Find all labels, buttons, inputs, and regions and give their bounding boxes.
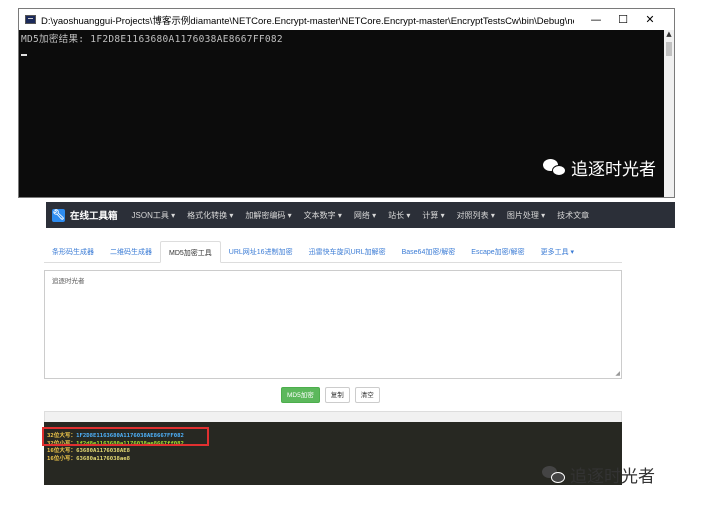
watermark-text: 追逐时光者 <box>571 160 656 180</box>
resize-handle-icon[interactable]: ◢ <box>615 370 620 377</box>
result-row: 16位小写：63680a1176038ae8 <box>47 455 131 462</box>
highlight-box <box>42 427 209 446</box>
window-controls: — ☐ ✕ <box>574 13 674 26</box>
scroll-thumb[interactable] <box>666 42 672 56</box>
minimize-button[interactable]: — <box>586 13 606 26</box>
brand-label: 在线工具箱 <box>70 211 118 222</box>
nav-item-text[interactable]: 文本数字 ▾ <box>304 210 342 221</box>
nav-item-reference[interactable]: 对照列表 ▾ <box>457 210 495 221</box>
md5-input-textarea[interactable]: 追逐时光者 ◢ <box>44 270 622 379</box>
action-buttons: MD5加密 复制 清空 <box>281 387 380 403</box>
nav-item-articles[interactable]: 技术文章 <box>557 210 589 221</box>
tab-url-hex[interactable]: URL网址16进制加密 <box>221 241 301 263</box>
wechat-icon <box>542 465 566 485</box>
tool-tabs: 条形码生成器 二维码生成器 MD5加密工具 URL网址16进制加密 迅雷快车旋风… <box>44 241 622 263</box>
site-navbar: 🔧︎ 在线工具箱 JSON工具 ▾ 格式化转换 ▾ 加解密编码 ▾ 文本数字 ▾… <box>46 202 675 228</box>
tab-md5[interactable]: MD5加密工具 <box>160 241 221 263</box>
tab-more-tools[interactable]: 更多工具 ▾ <box>533 241 582 263</box>
tab-escape[interactable]: Escape加密/解密 <box>463 241 532 263</box>
nav-item-network[interactable]: 网络 ▾ <box>354 210 376 221</box>
tab-barcode[interactable]: 条形码生成器 <box>44 241 102 263</box>
screenshot-page: D:\yaoshuanggui-Projects\博客示例diamante\NE… <box>0 0 715 507</box>
tab-base64[interactable]: Base64加密/解密 <box>394 241 464 263</box>
console-output-line: MD5加密结果: 1F2D8E1163680A1176038AE8667FF08… <box>21 34 283 45</box>
wechat-icon <box>543 158 567 178</box>
console-app-icon <box>25 15 36 24</box>
site-brand[interactable]: 🔧︎ 在线工具箱 <box>52 208 118 222</box>
md5-input-value: 追逐时光者 <box>52 278 85 285</box>
nav-item-calc[interactable]: 计算 ▾ <box>422 210 444 221</box>
console-cursor <box>21 54 27 56</box>
tab-thunder-url[interactable]: 迅雷快车旋风URL加解密 <box>301 241 394 263</box>
console-titlebar[interactable]: D:\yaoshuanggui-Projects\博客示例diamante\NE… <box>19 9 674 30</box>
nav-item-format[interactable]: 格式化转换 ▾ <box>187 210 233 221</box>
scroll-up-arrow-icon[interactable]: ▲ <box>664 30 674 42</box>
result-row: 16位大写：63680A1176038AE8 <box>47 448 131 455</box>
wrench-icon: 🔧︎ <box>52 208 65 222</box>
nav-item-json[interactable]: JSON工具 ▾ <box>132 210 176 221</box>
result-value: 63680A1176038AE8 <box>76 448 131 455</box>
copy-button[interactable]: 复制 <box>324 387 350 403</box>
clear-button[interactable]: 清空 <box>354 387 380 403</box>
maximize-button[interactable]: ☐ <box>613 13 633 26</box>
console-title: D:\yaoshuanggui-Projects\博客示例diamante\NE… <box>41 15 574 27</box>
md5-encrypt-button[interactable]: MD5加密 <box>281 387 320 403</box>
nav-item-image[interactable]: 图片处理 ▾ <box>507 210 545 221</box>
watermark-bottom: 追逐时光者 <box>542 462 655 487</box>
close-button[interactable]: ✕ <box>640 13 660 26</box>
result-header <box>44 411 622 422</box>
tab-qrcode[interactable]: 二维码生成器 <box>102 241 160 263</box>
console-scrollbar[interactable]: ▲ <box>664 30 674 197</box>
watermark-top: 追逐时光者 <box>543 155 656 180</box>
result-value: 63680a1176038ae8 <box>76 455 131 462</box>
nav-item-webmaster[interactable]: 站长 ▾ <box>388 210 410 221</box>
nav-item-encrypt[interactable]: 加解密编码 ▾ <box>245 210 291 221</box>
watermark-text: 追逐时光者 <box>570 467 655 487</box>
